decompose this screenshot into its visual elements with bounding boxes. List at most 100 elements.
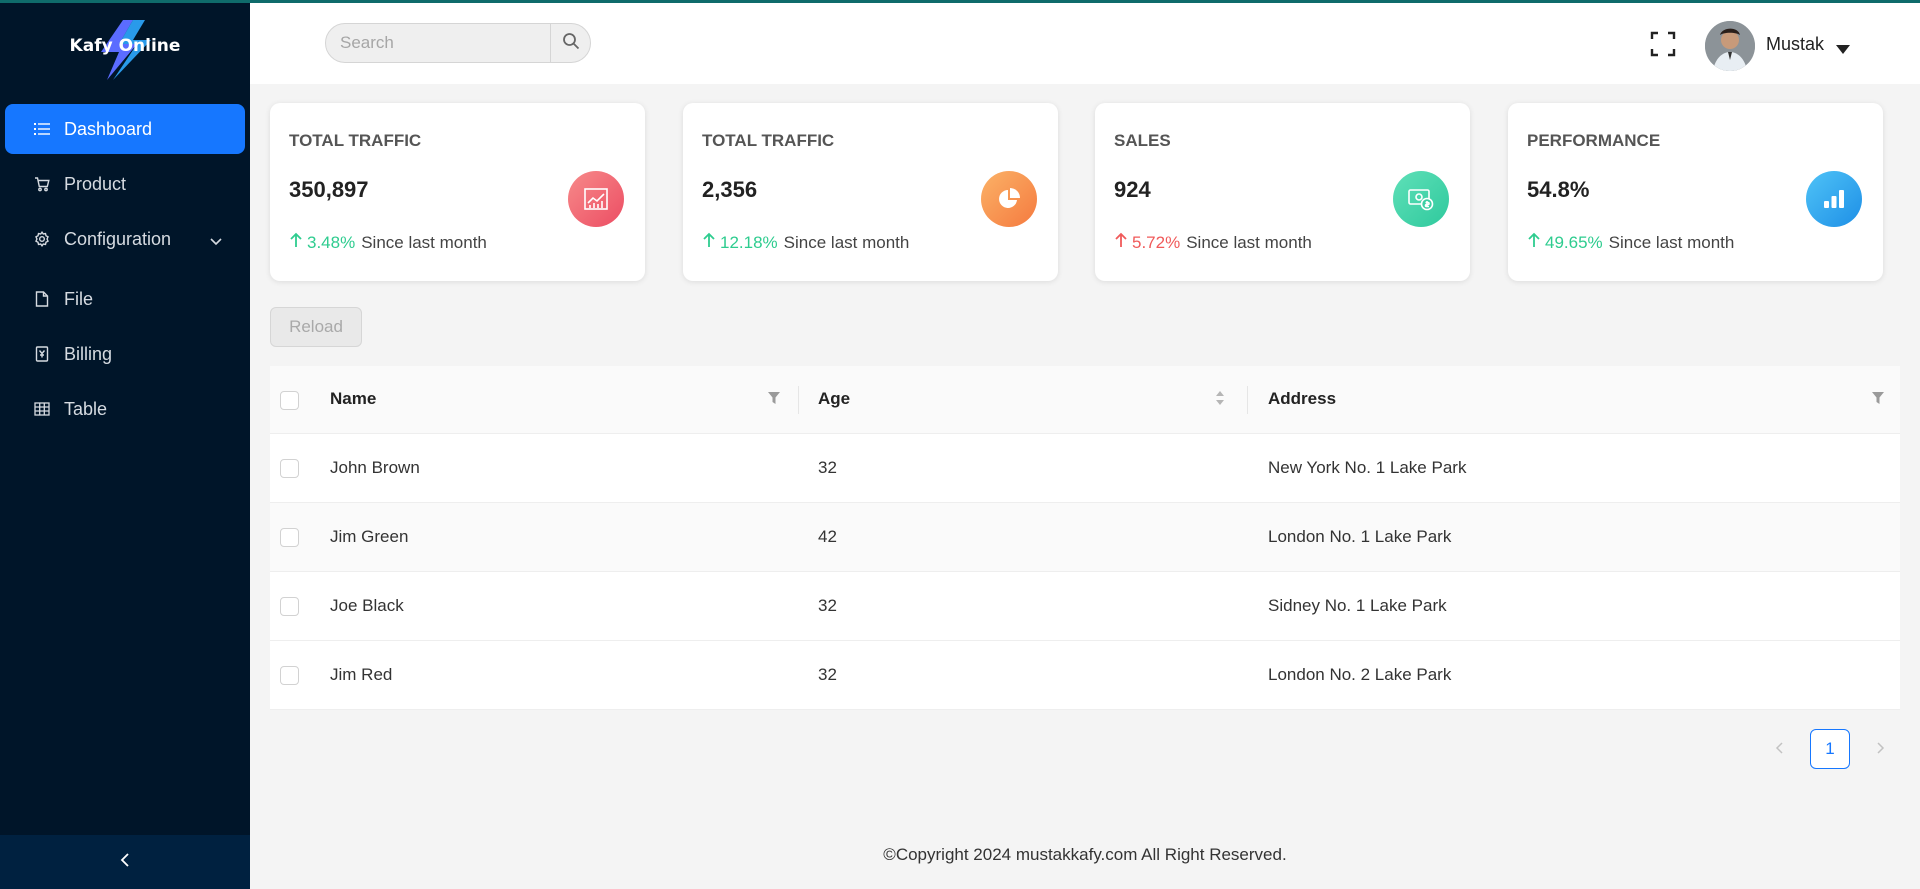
- column-header-name[interactable]: Name: [330, 389, 376, 409]
- search-box: [325, 23, 591, 63]
- stat-value: 2,356: [702, 177, 758, 202]
- chevron-left-icon: [1775, 741, 1785, 760]
- stat-value: 350,897: [289, 177, 369, 202]
- stat-trend: 3.48% Since last month: [289, 232, 487, 253]
- search-input[interactable]: [326, 24, 552, 62]
- stat-card-performance: PERFORMANCE 54.8% 49.65% Since last mont…: [1508, 103, 1883, 281]
- pagination-prev-button[interactable]: [1769, 739, 1791, 761]
- sidebar-item-label: Configuration: [64, 228, 172, 249]
- logo[interactable]: Kafy Online: [0, 14, 250, 84]
- select-all-checkbox[interactable]: [280, 391, 299, 410]
- table-row[interactable]: Joe Black 32 Sidney No. 1 Lake Park: [270, 572, 1900, 641]
- cell-name: John Brown: [330, 458, 420, 477]
- cell-address: London No. 1 Lake Park: [1268, 527, 1452, 546]
- search-button[interactable]: [550, 24, 590, 62]
- row-checkbox[interactable]: [280, 666, 299, 685]
- table-row[interactable]: Jim Green 42 London No. 1 Lake Park: [270, 503, 1900, 572]
- sidebar-item-dashboard[interactable]: Dashboard: [5, 104, 245, 154]
- cell-age: 32: [818, 596, 837, 615]
- stat-value: 924: [1114, 177, 1151, 202]
- line-chart-icon: [568, 171, 624, 227]
- stat-note: Since last month: [1608, 232, 1735, 252]
- footer-copyright: ©Copyright 2024 mustakkafy.com All Right…: [883, 845, 1287, 864]
- reload-button[interactable]: Reload: [270, 307, 362, 347]
- sidebar-collapse-button[interactable]: [0, 835, 250, 889]
- stat-card-total-traffic-2: TOTAL TRAFFIC 2,356 12.18% Since last mo…: [683, 103, 1058, 281]
- sidebar-item-label: File: [64, 288, 94, 309]
- cell-address: Sidney No. 1 Lake Park: [1268, 596, 1447, 615]
- sort-icon[interactable]: [1215, 390, 1225, 411]
- user-name[interactable]: Mustak: [1766, 34, 1824, 55]
- caret-down-icon[interactable]: [1836, 41, 1850, 59]
- stat-change: 3.48%: [307, 232, 356, 252]
- column-divider: [1247, 386, 1248, 414]
- sidebar-item-table[interactable]: Table: [5, 384, 245, 434]
- stat-title: TOTAL TRAFFIC: [289, 131, 422, 150]
- logo-text: Kafy Online: [69, 36, 181, 56]
- arrow-up-icon: [1527, 232, 1541, 253]
- filter-icon[interactable]: [1872, 391, 1884, 409]
- avatar[interactable]: [1705, 21, 1755, 71]
- arrow-up-icon: [702, 232, 716, 253]
- column-header-address[interactable]: Address: [1268, 389, 1336, 409]
- stat-note: Since last month: [361, 232, 487, 252]
- top-accent-line: [0, 0, 1920, 3]
- row-checkbox[interactable]: [280, 528, 299, 547]
- sidebar: Kafy Online Dashboard Product Configurat…: [0, 0, 250, 889]
- table-row[interactable]: Jim Red 32 London No. 2 Lake Park: [270, 641, 1900, 710]
- sidebar-item-label: Table: [64, 398, 108, 419]
- column-divider: [798, 386, 799, 414]
- stat-title: TOTAL TRAFFIC: [702, 131, 835, 150]
- money-icon: [1393, 171, 1449, 227]
- row-checkbox[interactable]: [280, 597, 299, 616]
- cell-address: London No. 2 Lake Park: [1268, 665, 1452, 684]
- bar-chart-icon: [1806, 171, 1862, 227]
- table-icon: [34, 401, 50, 417]
- cell-name: Jim Red: [330, 665, 393, 684]
- sidebar-item-label: Product: [64, 173, 127, 194]
- row-checkbox[interactable]: [280, 459, 299, 478]
- sidebar-item-label: Billing: [64, 343, 113, 364]
- cart-icon: [34, 176, 50, 192]
- cell-age: 42: [818, 527, 837, 546]
- stat-card-total-traffic: TOTAL TRAFFIC 350,897 3.48% Since last m…: [270, 103, 645, 281]
- stat-title: SALES: [1114, 131, 1171, 150]
- fullscreen-button[interactable]: [1650, 31, 1676, 62]
- sidebar-item-label: Dashboard: [64, 118, 153, 139]
- filter-icon[interactable]: [768, 391, 780, 409]
- fullscreen-icon: [1650, 31, 1676, 61]
- pagination-page-current[interactable]: 1: [1810, 729, 1850, 769]
- search-icon: [562, 32, 580, 55]
- gear-icon: [34, 231, 50, 247]
- stat-trend: 49.65% Since last month: [1527, 232, 1734, 253]
- stat-card-sales: SALES 924 5.72% Since last month: [1095, 103, 1470, 281]
- stat-trend: 5.72% Since last month: [1114, 232, 1312, 253]
- column-header-age[interactable]: Age: [818, 389, 850, 409]
- stat-note: Since last month: [1186, 232, 1312, 252]
- stat-change: 5.72%: [1132, 232, 1181, 252]
- table-header: Name Age Address: [270, 366, 1900, 434]
- sidebar-item-file[interactable]: File: [5, 274, 245, 324]
- sidebar-item-configuration[interactable]: Configuration: [5, 214, 245, 264]
- stat-note: Since last month: [783, 232, 910, 252]
- cell-age: 32: [818, 458, 837, 477]
- billing-icon: [34, 346, 50, 362]
- list-icon: [34, 121, 50, 137]
- pagination-next-button[interactable]: [1869, 739, 1891, 761]
- table-row[interactable]: John Brown 32 New York No. 1 Lake Park: [270, 434, 1900, 503]
- cell-name: Jim Green: [330, 527, 409, 546]
- stat-title: PERFORMANCE: [1527, 131, 1661, 150]
- cell-name: Joe Black: [330, 596, 404, 615]
- arrow-up-icon: [289, 232, 303, 253]
- chevron-left-icon: [119, 852, 131, 873]
- stat-trend: 12.18% Since last month: [702, 232, 909, 253]
- arrow-up-icon: [1114, 232, 1128, 253]
- cell-address: New York No. 1 Lake Park: [1268, 458, 1467, 477]
- stat-value: 54.8%: [1527, 177, 1590, 202]
- sidebar-item-product[interactable]: Product: [5, 159, 245, 209]
- cell-age: 32: [818, 665, 837, 684]
- sidebar-item-billing[interactable]: Billing: [5, 329, 245, 379]
- top-header: Mustak: [250, 3, 1920, 84]
- chevron-down-icon: [209, 231, 223, 252]
- data-table: Name Age Address John Brown 32 New York …: [270, 366, 1900, 710]
